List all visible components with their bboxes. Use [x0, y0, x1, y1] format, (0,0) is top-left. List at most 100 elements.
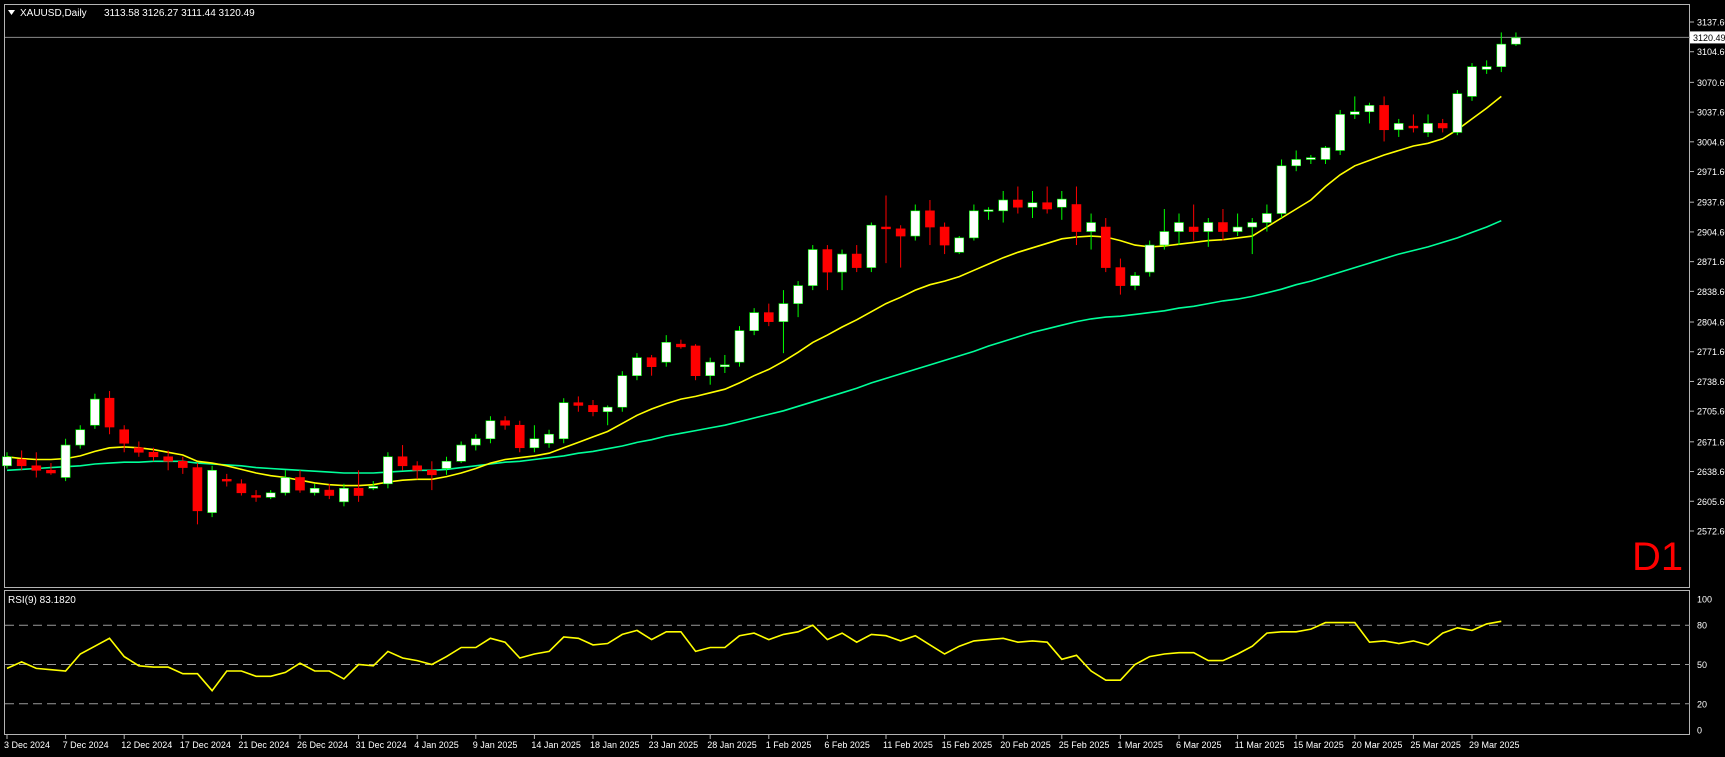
date-tick-label: 4 Jan 2025: [414, 740, 459, 750]
candle: [1467, 63, 1477, 101]
price-tick-label: 3037.60: [1697, 108, 1725, 118]
candle-body-bear: [881, 226, 891, 230]
price-tick-label: 2738.60: [1697, 377, 1725, 387]
candle-body-bear: [1188, 226, 1199, 232]
candle-body-bull: [1027, 202, 1038, 208]
candle-body-bear: [1013, 199, 1023, 208]
price-tick-label: 2838.60: [1697, 287, 1725, 297]
candle-body-bull: [1291, 159, 1301, 167]
candle-body-bear: [822, 249, 833, 273]
candle-body-bear: [353, 487, 364, 496]
date-tick-label: 25 Feb 2025: [1059, 740, 1110, 750]
ohlc-label: 3113.58 3126.27 3111.44 3120.49: [104, 8, 255, 19]
candle-body-bull: [368, 486, 379, 489]
date-tick-label: 11 Mar 2025: [1235, 740, 1285, 750]
price-tick-label: 3070.60: [1697, 78, 1725, 88]
candle-body-bear: [1218, 222, 1228, 232]
candle-body-bear: [16, 459, 27, 467]
rsi-tick-label: 50: [1697, 660, 1707, 670]
candle-body-bear: [397, 456, 408, 467]
candle-body-bear: [514, 424, 525, 449]
candle-body-bull: [793, 285, 803, 304]
candle-body-bull: [529, 438, 540, 449]
candle-body-bull: [383, 456, 393, 485]
price-tick-label: 3104.60: [1697, 47, 1725, 57]
candle-body-bull: [1247, 222, 1258, 228]
bid-price-label: 3120.49: [1693, 33, 1725, 43]
candle-body-bull: [75, 429, 86, 446]
candle: [60, 438, 71, 482]
price-tick-label: 2804.60: [1697, 317, 1725, 327]
price-tick-label: 2705.60: [1697, 407, 1725, 417]
rsi-tick-label: 20: [1697, 699, 1707, 709]
candle-body-bear: [646, 357, 657, 367]
candle-body-bear: [690, 345, 701, 376]
candle-body-bear: [295, 477, 305, 491]
candle: [734, 326, 745, 367]
price-tick-label: 2971.60: [1697, 167, 1725, 177]
candle-body-bear: [676, 343, 686, 348]
candle-body-bear: [221, 478, 232, 482]
candle-body-bear: [1042, 202, 1052, 210]
candle: [617, 371, 628, 412]
date-tick-label: 3 Dec 2024: [4, 740, 50, 750]
candle: [1144, 240, 1155, 277]
date-tick-label: 18 Jan 2025: [590, 740, 640, 750]
candle: [207, 465, 217, 518]
date-tick-label: 7 Dec 2024: [63, 740, 109, 750]
candle-body-bear: [148, 451, 159, 458]
candle-body-bear: [588, 405, 598, 413]
candle-body-bear: [895, 228, 906, 237]
candle-body-bull: [734, 330, 745, 363]
candle-body-bear: [1100, 226, 1111, 268]
price-tick-label: 2937.60: [1697, 198, 1725, 208]
candle: [1452, 90, 1463, 136]
candle-body-bull: [309, 487, 320, 494]
price-tick-label: 2871.60: [1697, 257, 1725, 267]
candle-body-bull: [90, 398, 100, 426]
candle-body-bull: [1232, 226, 1243, 232]
candle: [954, 236, 965, 255]
date-tick-label: 11 Feb 2025: [883, 740, 933, 750]
candle-body-bear: [763, 312, 774, 322]
candle-body-bull: [1481, 66, 1492, 70]
candle-body-bull: [983, 209, 994, 212]
date-tick-label: 20 Feb 2025: [1000, 740, 1051, 750]
candle-body-bull: [1423, 123, 1433, 133]
candle-body-bull: [1203, 222, 1214, 232]
date-tick-label: 25 Mar 2025: [1410, 740, 1461, 750]
candle: [866, 222, 877, 273]
rsi-title: RSI(9) 83.1820: [8, 595, 76, 606]
candle-body-bull: [1496, 43, 1507, 67]
date-tick-label: 14 Jan 2025: [531, 740, 581, 750]
candle-body-bull: [60, 444, 71, 478]
candle-body-bear: [412, 465, 423, 471]
candle: [807, 245, 818, 291]
price-tick-label: 2605.60: [1697, 497, 1725, 507]
candle-body-bull: [1364, 105, 1375, 113]
candle-body-bull: [1335, 114, 1345, 151]
candle-body-bull: [265, 492, 276, 498]
candle-body-bull: [866, 224, 877, 268]
candle-body-bear: [236, 483, 247, 494]
date-tick-label: 6 Feb 2025: [824, 740, 870, 750]
candle-body-bear: [46, 469, 56, 474]
candle-body-bull: [1276, 165, 1287, 214]
candle-body-bull: [807, 249, 818, 286]
candle-body-bull: [1174, 222, 1184, 232]
candle-body-bull: [720, 364, 730, 367]
candle-body-bull: [778, 303, 789, 322]
candle-body-bear: [1408, 125, 1419, 129]
candle-body-bull: [1130, 275, 1140, 286]
trading-chart[interactable]: 3137.60 3104.60 3070.60 3037.60 3004.60 2971.…: [0, 0, 1725, 757]
candle-body-bear: [192, 467, 203, 512]
candle-body-bear: [851, 253, 862, 268]
candle-body-bull: [602, 406, 613, 413]
date-tick-label: 26 Dec 2024: [297, 740, 348, 750]
candle: [1335, 109, 1345, 155]
candle-body-bull: [998, 199, 1009, 212]
price-tick-label: 3004.60: [1697, 137, 1725, 147]
candle-body-bear: [31, 465, 42, 471]
candle-body-bull: [1511, 37, 1521, 45]
candle-body-bull: [544, 433, 554, 444]
